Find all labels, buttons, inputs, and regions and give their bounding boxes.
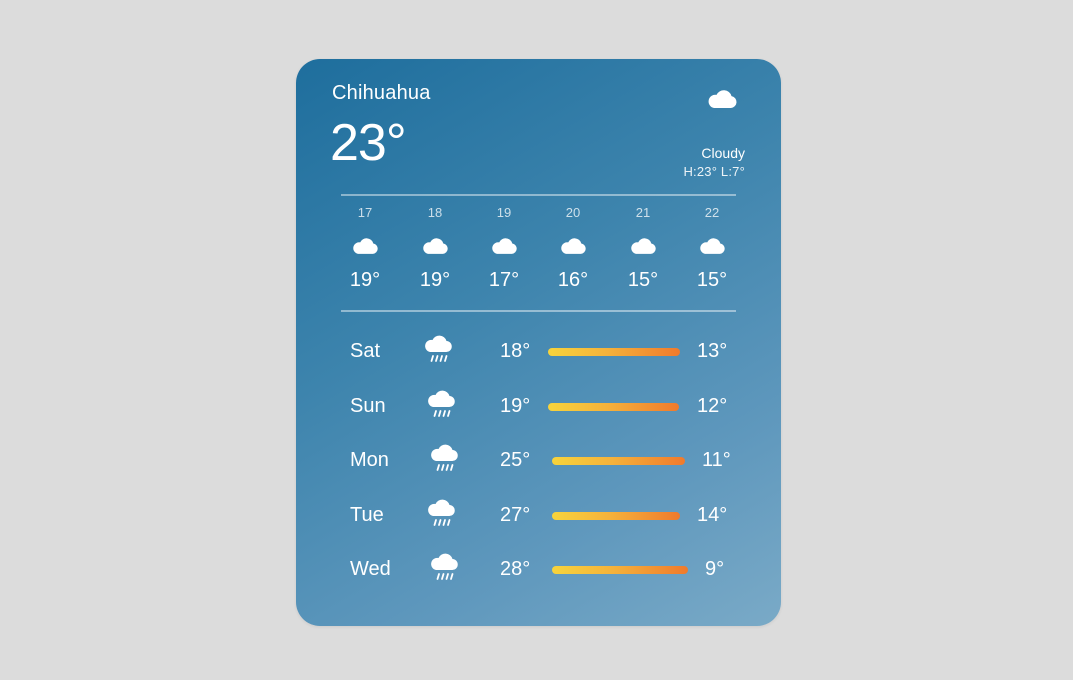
daily-row-sat: Sat 18° 13° [296, 333, 781, 369]
day-label: Tue [350, 504, 384, 526]
day-high: 18° [500, 340, 531, 362]
daily-row-sun: Sun 19° 12° [296, 388, 781, 424]
daily-row-wed: Wed 28° 9° [296, 551, 781, 587]
current-temperature: 23° [330, 114, 407, 172]
high-low-label: H:23° L:7° [683, 164, 745, 179]
day-label: Mon [350, 449, 389, 471]
city-name: Chihuahua [332, 82, 431, 104]
cloud-icon [353, 238, 378, 254]
hour-temp: 19° [349, 269, 381, 291]
hour-label: 21 [635, 205, 651, 220]
hourly-item: 19 17° [469, 205, 539, 292]
day-low: 9° [705, 558, 725, 580]
daily-row-tue: Tue 27° 14° [296, 497, 781, 533]
temperature-range-bar [552, 512, 680, 520]
hour-label: 22 [704, 205, 720, 220]
day-label: Sat [350, 340, 381, 362]
day-label: Wed [350, 558, 391, 580]
temperature-range-bar [548, 403, 679, 411]
daily-row-mon: Mon 25° 11° [296, 442, 781, 478]
day-high: 19° [500, 395, 531, 417]
hour-temp: 19° [419, 269, 451, 291]
hourly-item: 18 19° [400, 205, 470, 292]
hour-label: 18 [427, 205, 443, 220]
hourly-item: 20 16° [538, 205, 608, 292]
hour-label: 20 [565, 205, 581, 220]
hourly-item: 22 15° [677, 205, 747, 292]
day-high: 25° [500, 449, 531, 471]
temperature-range-bar [552, 457, 685, 465]
rain-cloud-icon [431, 444, 458, 471]
divider-bottom [341, 310, 736, 312]
hour-label: 19 [496, 205, 512, 220]
hour-label: 17 [357, 205, 373, 220]
cloud-icon [423, 238, 448, 254]
cloud-icon [631, 238, 656, 254]
day-high: 28° [500, 558, 531, 580]
hour-temp: 16° [557, 269, 589, 291]
divider-top [341, 194, 736, 196]
condition-label: Cloudy [701, 145, 745, 161]
day-high: 27° [500, 504, 531, 526]
cloud-icon [700, 238, 725, 254]
weather-widget[interactable]: Chihuahua 23° Cloudy H:23° L:7° 17 19° 1… [296, 59, 781, 626]
hour-temp: 17° [488, 269, 520, 291]
rain-cloud-icon [425, 335, 452, 362]
hour-temp: 15° [696, 269, 728, 291]
cloud-icon [492, 238, 517, 254]
temperature-range-bar [548, 348, 680, 356]
rain-cloud-icon [428, 499, 455, 526]
hour-temp: 15° [627, 269, 659, 291]
day-low: 13° [697, 340, 728, 362]
hourly-item: 17 19° [330, 205, 400, 292]
hourly-item: 21 15° [608, 205, 678, 292]
rain-cloud-icon [428, 390, 455, 417]
cloud-icon [708, 90, 737, 108]
day-low: 14° [697, 504, 728, 526]
temperature-range-bar [552, 566, 688, 574]
rain-cloud-icon [431, 553, 458, 580]
hourly-forecast: 17 19° 18 19° 19 17° 20 16° 21 15° 22 15… [330, 205, 747, 305]
day-label: Sun [350, 395, 386, 417]
day-low: 11° [702, 449, 731, 471]
day-low: 12° [697, 395, 728, 417]
cloud-icon [561, 238, 586, 254]
